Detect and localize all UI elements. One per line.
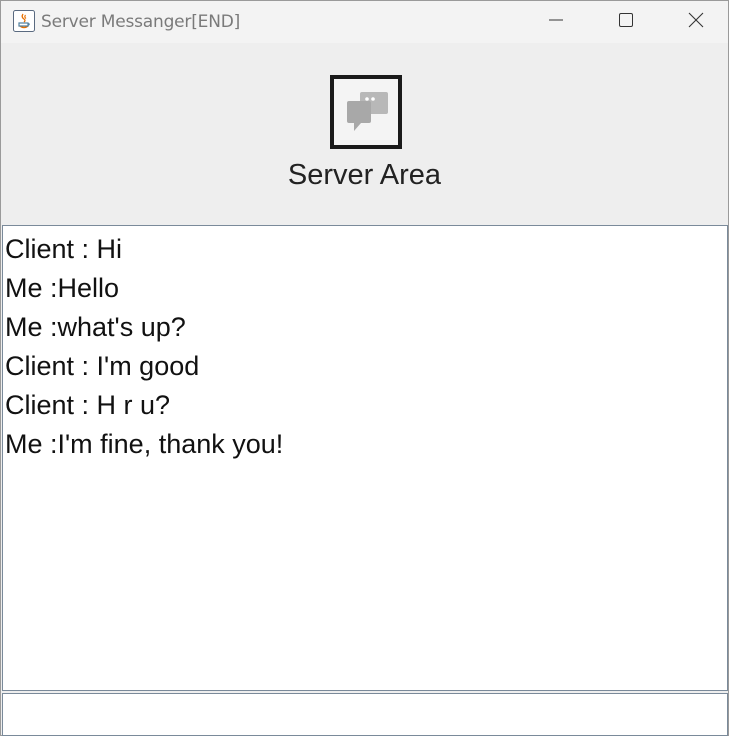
server-header: Server Area [1,43,728,225]
message-area[interactable]: Client : Hi Me :Hello Me :what's up? Cli… [2,225,728,691]
message-line: Me :I'm fine, thank you! [5,429,284,459]
message-line: Client : Hi [5,234,123,264]
server-messenger-window: Server Messanger[END] Server Area Client… [0,0,729,736]
message-input-container [2,693,728,736]
message-line: Client : H r u? [5,390,171,420]
minimize-icon [548,12,564,33]
chat-bubbles-icon [330,75,402,149]
message-line: Client : I'm good [5,351,200,381]
maximize-icon [618,12,634,33]
server-area-title: Server Area [287,159,442,191]
message-line: Me :Hello [5,273,120,303]
title-bar[interactable]: Server Messanger[END] [1,1,728,43]
minimize-button[interactable] [521,1,591,43]
close-icon [687,11,705,34]
message-line: Me :what's up? [5,312,186,342]
java-app-icon[interactable] [13,10,35,32]
message-input[interactable] [3,694,727,735]
window-title: Server Messanger[END] [41,12,241,32]
close-button[interactable] [661,1,729,43]
maximize-button[interactable] [591,1,661,43]
